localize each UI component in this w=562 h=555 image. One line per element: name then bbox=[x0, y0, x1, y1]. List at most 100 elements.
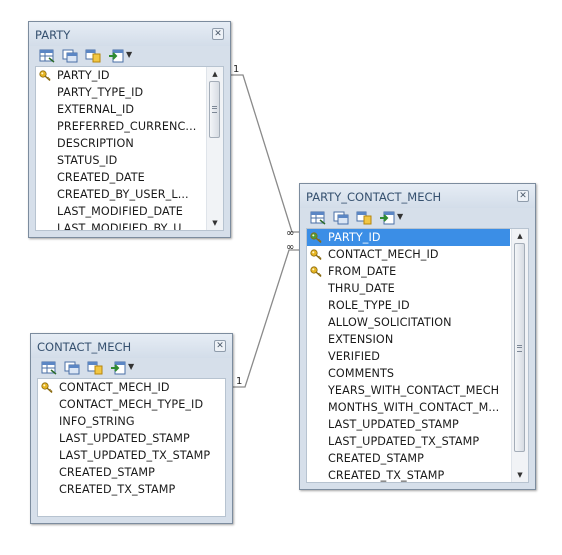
close-icon[interactable]: ✕ bbox=[517, 190, 529, 202]
cardinality-one-party: 1 bbox=[233, 64, 239, 75]
scrollbar-thumb[interactable] bbox=[514, 243, 525, 453]
column-item[interactable]: THRU_DATE bbox=[307, 280, 528, 297]
column-list[interactable]: PARTY_ID CONTACT_MECH_ID FROM_DATE THRU_DAT… bbox=[306, 228, 529, 483]
column-name: ROLE_TYPE_ID bbox=[328, 299, 410, 312]
entity-contact-mech[interactable]: CONTACT_MECH ✕ ▼ CONTACT_MECH_ID CONTACT_… bbox=[30, 333, 233, 524]
entity-title: PARTY bbox=[35, 28, 71, 42]
columns-icon[interactable] bbox=[62, 49, 78, 63]
column-item[interactable]: PARTY_ID bbox=[307, 229, 510, 246]
column-name: CREATED_BY_USER_L... bbox=[57, 188, 189, 201]
column-name: CREATED_STAMP bbox=[328, 452, 424, 465]
scroll-up-arrow-icon[interactable]: ▲ bbox=[512, 229, 528, 243]
column-name: LAST_UPDATED_STAMP bbox=[328, 418, 459, 431]
column-item[interactable]: CREATED_STAMP bbox=[307, 450, 528, 467]
column-item[interactable]: LAST_UPDATED_TX_STAMP bbox=[307, 433, 528, 450]
column-item[interactable]: CREATED_BY_USER_L... bbox=[36, 186, 223, 203]
relation-icon[interactable] bbox=[85, 49, 101, 63]
chevron-down-icon[interactable]: ▼ bbox=[397, 212, 403, 221]
relation-icon[interactable] bbox=[87, 361, 103, 375]
columns-icon[interactable] bbox=[333, 211, 349, 225]
entity-party-contact-mech[interactable]: PARTY_CONTACT_MECH ✕ ▼ PARTY_ID CONTACT_M… bbox=[299, 183, 536, 490]
column-name: CREATED_STAMP bbox=[59, 466, 155, 479]
column-name: LAST_MODIFIED_DATE bbox=[57, 205, 183, 218]
column-name: PARTY_TYPE_ID bbox=[57, 86, 144, 99]
export-icon[interactable] bbox=[108, 49, 124, 63]
relation-icon[interactable] bbox=[356, 211, 372, 225]
scroll-up-arrow-icon[interactable]: ▲ bbox=[207, 67, 223, 81]
column-name: DESCRIPTION bbox=[57, 137, 134, 150]
entity-title-bar[interactable]: CONTACT_MECH ✕ bbox=[31, 334, 232, 358]
column-item[interactable]: LAST_MODIFIED_BY_U... bbox=[36, 220, 223, 231]
column-item[interactable]: EXTENSION bbox=[307, 331, 528, 348]
export-icon[interactable] bbox=[379, 211, 395, 225]
column-item[interactable]: CREATED_STAMP bbox=[38, 464, 225, 481]
scrollbar-thumb[interactable] bbox=[209, 81, 220, 138]
close-icon[interactable]: ✕ bbox=[214, 340, 226, 352]
column-item[interactable]: ROLE_TYPE_ID bbox=[307, 297, 528, 314]
column-name: INFO_STRING bbox=[59, 415, 135, 428]
table-icon[interactable] bbox=[39, 49, 55, 63]
column-name: FROM_DATE bbox=[328, 265, 397, 278]
close-icon[interactable]: ✕ bbox=[212, 28, 224, 40]
key-icon bbox=[310, 266, 322, 277]
column-item[interactable]: PARTY_ID bbox=[36, 67, 223, 84]
vertical-scrollbar[interactable]: ▲ ▼ bbox=[511, 229, 528, 482]
column-name: CONTACT_MECH_TYPE_ID bbox=[59, 398, 204, 411]
columns-icon[interactable] bbox=[64, 361, 80, 375]
column-item[interactable]: CONTACT_MECH_ID bbox=[307, 246, 528, 263]
column-list[interactable]: PARTY_ID PARTY_TYPE_ID EXTERNAL_ID PREFERRE… bbox=[35, 66, 224, 231]
column-item[interactable]: STATUS_ID bbox=[36, 152, 223, 169]
table-icon[interactable] bbox=[41, 361, 57, 375]
diagram-canvas: 1 ∞ 1 ∞ PARTY ✕ ▼ PARTY_ID PARTY_TYPE_ID E… bbox=[0, 0, 562, 555]
column-item[interactable]: CREATED_DATE bbox=[36, 169, 223, 186]
column-list[interactable]: CONTACT_MECH_ID CONTACT_MECH_TYPE_ID INFO_… bbox=[37, 378, 226, 517]
column-item[interactable]: EXTERNAL_ID bbox=[36, 101, 223, 118]
column-item[interactable]: DESCRIPTION bbox=[36, 135, 223, 152]
column-item[interactable]: LAST_UPDATED_TX_STAMP bbox=[38, 447, 225, 464]
column-item[interactable]: CREATED_TX_STAMP bbox=[307, 467, 528, 482]
key-icon bbox=[310, 232, 322, 243]
column-item[interactable]: ALLOW_SOLICITATION bbox=[307, 314, 528, 331]
column-item[interactable]: CONTACT_MECH_TYPE_ID bbox=[38, 396, 225, 413]
column-item[interactable]: CREATED_TX_STAMP bbox=[38, 481, 225, 498]
column-item[interactable]: YEARS_WITH_CONTACT_MECH bbox=[307, 382, 528, 399]
column-name: PARTY_ID bbox=[57, 69, 110, 82]
column-name: CREATED_DATE bbox=[57, 171, 145, 184]
entity-title-bar[interactable]: PARTY_CONTACT_MECH ✕ bbox=[300, 184, 535, 208]
column-name: CREATED_TX_STAMP bbox=[59, 483, 176, 496]
column-name: PARTY_ID bbox=[328, 231, 381, 244]
column-item[interactable]: COMMENTS bbox=[307, 365, 528, 382]
column-name: VERIFIED bbox=[328, 350, 381, 363]
column-item[interactable]: VERIFIED bbox=[307, 348, 528, 365]
vertical-scrollbar[interactable]: ▲ ▼ bbox=[206, 67, 223, 230]
column-name: THRU_DATE bbox=[328, 282, 395, 295]
export-icon[interactable] bbox=[110, 361, 126, 375]
column-item[interactable]: PREFERRED_CURRENC... bbox=[36, 118, 223, 135]
column-name: CONTACT_MECH_ID bbox=[59, 381, 170, 394]
entity-title-bar[interactable]: PARTY ✕ bbox=[29, 22, 230, 46]
column-name: LAST_MODIFIED_BY_U... bbox=[57, 222, 193, 231]
column-item[interactable]: LAST_UPDATED_STAMP bbox=[38, 430, 225, 447]
column-item[interactable]: CONTACT_MECH_ID bbox=[38, 379, 225, 396]
cardinality-one-contact-mech: 1 bbox=[236, 376, 242, 387]
column-item[interactable]: INFO_STRING bbox=[38, 413, 225, 430]
scroll-down-arrow-icon[interactable]: ▼ bbox=[512, 468, 528, 482]
key-icon bbox=[310, 249, 322, 260]
column-item[interactable]: LAST_UPDATED_STAMP bbox=[307, 416, 528, 433]
column-name: CREATED_TX_STAMP bbox=[328, 469, 445, 482]
entity-party[interactable]: PARTY ✕ ▼ PARTY_ID PARTY_TYPE_ID EXTERNAL_… bbox=[28, 21, 231, 238]
column-name: LAST_UPDATED_TX_STAMP bbox=[328, 435, 480, 448]
column-item[interactable]: LAST_MODIFIED_DATE bbox=[36, 203, 223, 220]
cardinality-many-party: ∞ bbox=[286, 228, 294, 239]
chevron-down-icon[interactable]: ▼ bbox=[128, 362, 134, 371]
column-item[interactable]: MONTHS_WITH_CONTACT_M... bbox=[307, 399, 528, 416]
relationship-line-party bbox=[231, 74, 299, 233]
column-name: CONTACT_MECH_ID bbox=[328, 248, 439, 261]
relationship-line-contact-mech bbox=[233, 249, 299, 388]
scroll-down-arrow-icon[interactable]: ▼ bbox=[207, 216, 223, 230]
entity-title: PARTY_CONTACT_MECH bbox=[306, 190, 442, 204]
table-icon[interactable] bbox=[310, 211, 326, 225]
chevron-down-icon[interactable]: ▼ bbox=[126, 50, 132, 59]
column-item[interactable]: FROM_DATE bbox=[307, 263, 528, 280]
column-item[interactable]: PARTY_TYPE_ID bbox=[36, 84, 223, 101]
